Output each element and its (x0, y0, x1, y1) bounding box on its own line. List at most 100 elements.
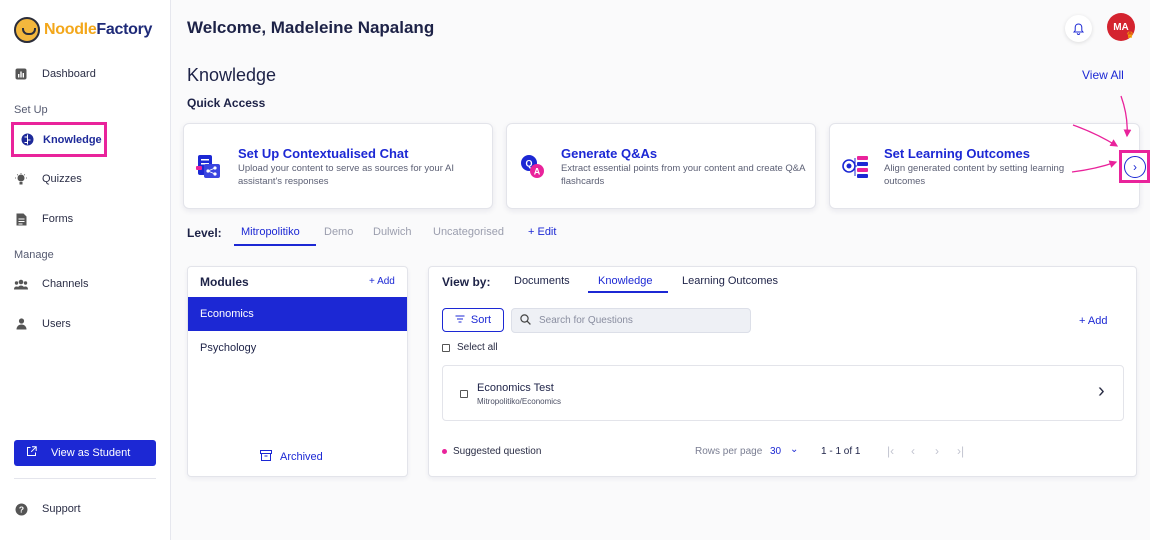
sidebar-item-label: Knowledge (43, 133, 102, 146)
add-module-button[interactable]: + Add (369, 276, 395, 287)
row-checkbox[interactable] (460, 390, 468, 398)
archived-button[interactable]: Archived (260, 450, 323, 464)
sort-button[interactable]: Sort (442, 308, 504, 332)
quick-access-card-generate-qa[interactable]: QA Generate Q&As Extract essential point… (506, 123, 816, 209)
sidebar-divider (14, 478, 156, 479)
quick-access-card-learning-outcomes[interactable]: Set Learning Outcomes Align generated co… (829, 123, 1140, 209)
view-as-student-button[interactable]: View as Student (14, 440, 156, 466)
card-title: Generate Q&As (561, 146, 658, 161)
last-page-icon[interactable]: ›| (957, 444, 964, 458)
add-knowledge-button[interactable]: + Add (1079, 315, 1107, 327)
sort-label: Sort (470, 314, 492, 326)
svg-text:A: A (534, 167, 541, 177)
rows-per-page-select[interactable]: 30 (770, 446, 781, 457)
select-all[interactable]: Select all (442, 342, 498, 353)
section-label-manage: Manage (14, 249, 54, 261)
brand-logo[interactable]: NoodleFactory (14, 17, 152, 43)
dashboard-icon (14, 67, 28, 81)
sidebar-item-label: Dashboard (42, 68, 96, 80)
search-icon (520, 313, 531, 328)
archive-box-icon (260, 450, 272, 464)
card-description: Upload your content to serve as sources … (238, 163, 454, 187)
level-tab-underline (234, 244, 316, 246)
tab-documents[interactable]: Documents (514, 275, 570, 287)
modules-panel: Modules + Add Economics Psychology Archi… (187, 266, 408, 477)
level-tab-mitropolitiko[interactable]: Mitropolitiko (241, 226, 300, 238)
next-page-icon[interactable]: › (935, 444, 939, 458)
sidebar-item-label: Support (42, 503, 81, 515)
lightbulb-icon (14, 172, 28, 186)
suggested-dot-icon (442, 449, 447, 454)
sidebar-item-label: Users (42, 318, 71, 330)
level-tab-uncategorised[interactable]: Uncategorised (433, 226, 504, 238)
archived-label: Archived (280, 451, 323, 463)
previous-page-icon[interactable]: ‹ (911, 444, 915, 458)
rows-per-page-label: Rows per page (695, 446, 763, 457)
select-all-checkbox[interactable] (442, 343, 450, 352)
sidebar-item-label: Quizzes (42, 173, 82, 185)
brain-icon (20, 133, 34, 147)
row-title: Economics Test (477, 382, 554, 394)
qa-bubbles-icon: QA (519, 152, 547, 180)
level-tab-dulwich[interactable]: Dulwich (373, 226, 412, 238)
sidebar-item-knowledge[interactable]: Knowledge (11, 122, 107, 157)
search-input[interactable] (539, 315, 739, 326)
view-as-student-label: View as Student (51, 447, 131, 459)
tab-learning-outcomes[interactable]: Learning Outcomes (682, 275, 778, 287)
sidebar-item-dashboard[interactable]: Dashboard (14, 67, 96, 81)
tab-underline (588, 291, 668, 293)
welcome-message: Welcome, Madeleine Napalang (187, 18, 435, 37)
level-label: Level: (187, 226, 222, 240)
module-item-psychology[interactable]: Psychology (188, 331, 407, 365)
sidebar-item-channels[interactable]: Channels (14, 277, 88, 291)
help-circle-icon: ? (14, 502, 28, 516)
svg-text:?: ? (18, 504, 23, 514)
edit-levels-button[interactable]: + Edit (528, 226, 556, 238)
knowledge-panel: View by: Documents Knowledge Learning Ou… (428, 266, 1137, 477)
sidebar: NoodleFactory Dashboard Set Up Knowledge… (0, 0, 171, 540)
sidebar-item-users[interactable]: Users (14, 317, 71, 331)
level-tab-demo[interactable]: Demo (324, 226, 353, 238)
card-title: Set Learning Outcomes (884, 146, 1030, 161)
chat-document-icon (196, 152, 224, 180)
quick-access-card-contextualised-chat[interactable]: Set Up Contextualised Chat Upload your c… (183, 123, 493, 209)
tab-knowledge[interactable]: Knowledge (598, 275, 652, 287)
view-all-link[interactable]: View All (1082, 68, 1124, 82)
form-document-icon (14, 212, 28, 226)
sidebar-item-support[interactable]: ? Support (14, 502, 81, 516)
user-icon (14, 317, 28, 331)
sidebar-item-label: Channels (42, 278, 89, 290)
carousel-next-button[interactable]: › (1124, 156, 1146, 178)
noodle-mascot-icon (14, 17, 40, 43)
pagination-range: 1 - 1 of 1 (821, 446, 861, 457)
chevron-right-icon: › (1133, 160, 1137, 174)
module-item-economics[interactable]: Economics (188, 297, 407, 331)
sidebar-item-label: Forms (42, 213, 74, 225)
notifications-bell-icon[interactable] (1065, 15, 1092, 42)
card-title: Set Up Contextualised Chat (238, 146, 409, 161)
sidebar-item-forms[interactable]: Forms (14, 212, 73, 226)
search-box[interactable] (511, 308, 751, 333)
users-group-icon (14, 277, 28, 291)
chevron-right-icon[interactable]: › (1098, 380, 1105, 403)
table-row[interactable]: Economics Test Mitropolitiko/Economics › (442, 365, 1124, 421)
target-list-icon (842, 152, 870, 180)
row-path: Mitropolitiko/Economics (477, 397, 562, 406)
crown-icon: ♛ (1126, 30, 1135, 40)
card-description: Align generated content by setting learn… (884, 163, 1065, 187)
quick-access-heading: Quick Access (187, 96, 266, 110)
brand-name: NoodleFactory (44, 21, 153, 38)
modules-title: Modules (200, 275, 249, 289)
section-label-setup: Set Up (14, 104, 48, 116)
chevron-down-icon[interactable]: ⌄ (790, 444, 798, 455)
first-page-icon[interactable]: |‹ (887, 444, 894, 458)
suggested-legend: Suggested question (442, 446, 541, 457)
view-by-label: View by: (442, 275, 491, 289)
sort-lines-icon (455, 314, 465, 326)
suggested-label: Suggested question (453, 446, 542, 457)
select-all-label: Select all (457, 342, 498, 353)
card-description: Extract essential points from your conte… (561, 163, 805, 187)
page-title: Knowledge (187, 65, 277, 85)
external-link-icon (26, 446, 37, 460)
sidebar-item-quizzes[interactable]: Quizzes (14, 172, 82, 186)
